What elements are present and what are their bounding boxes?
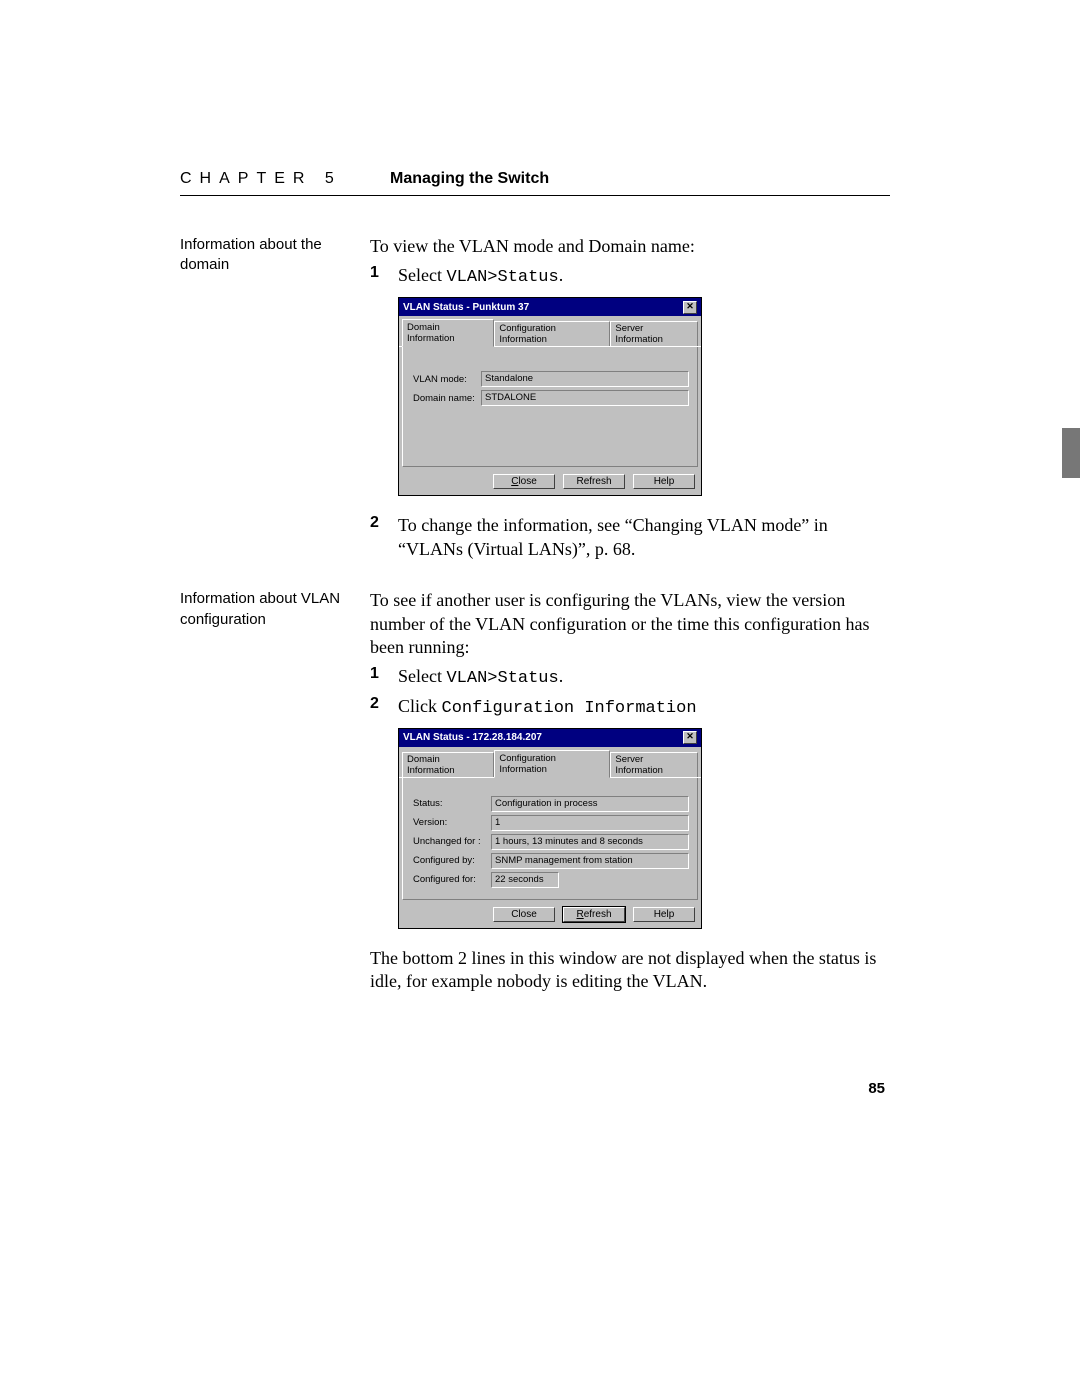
- page-number: 85: [868, 1080, 885, 1097]
- help-button[interactable]: Help: [633, 474, 695, 489]
- step-text-suffix: .: [559, 666, 564, 686]
- field-value: STDALONE: [481, 390, 689, 406]
- refresh-button[interactable]: Refresh: [563, 474, 625, 489]
- close-icon[interactable]: ✕: [683, 731, 697, 744]
- header-rule: [180, 195, 890, 196]
- field-value: Configuration in process: [491, 796, 689, 812]
- refresh-button[interactable]: Refresh: [563, 907, 625, 922]
- field-label: Unchanged for :: [413, 836, 491, 847]
- step-text: Click Configuration Information: [398, 695, 885, 720]
- menu-path: VLAN>Status: [446, 268, 558, 287]
- field-value: 1: [491, 815, 689, 831]
- field-vlan-mode: VLAN mode: Standalone: [413, 371, 689, 387]
- dialog1-wrap: VLAN Status - Punktum 37 ✕ Domain Inform…: [398, 297, 885, 496]
- field-status: Status: Configuration in process: [413, 796, 689, 812]
- step-text: To change the information, see “Changing…: [398, 514, 885, 561]
- field-label: Status:: [413, 798, 491, 809]
- step-2-2: 2 Click Configuration Information: [370, 695, 885, 720]
- close-button[interactable]: Close: [493, 474, 555, 489]
- chapter-label: CHAPTER 5: [180, 170, 342, 188]
- body-col-1: To view the VLAN mode and Domain name: 1…: [370, 235, 885, 565]
- step-text-prefix: Select: [398, 666, 446, 686]
- page: CHAPTER 5 Managing the Switch Informatio…: [0, 0, 1080, 1397]
- content-area: Information about the domain To view the…: [180, 235, 885, 999]
- step-number: 2: [370, 514, 398, 561]
- intro-para-2: To see if another user is configuring th…: [370, 589, 885, 659]
- tab-server-information[interactable]: Server Information: [610, 321, 698, 346]
- btn-label-rest: efresh: [584, 909, 612, 920]
- button-row: Close Refresh Help: [399, 470, 701, 495]
- step-number: 1: [370, 665, 398, 690]
- close-button[interactable]: Close: [493, 907, 555, 922]
- step-1-1: 1 Select VLAN>Status.: [370, 264, 885, 289]
- field-value: Standalone: [481, 371, 689, 387]
- tab-configuration-information[interactable]: Configuration Information: [494, 750, 610, 778]
- tab-domain-information[interactable]: Domain Information: [402, 752, 494, 777]
- spacer: [180, 565, 885, 589]
- field-label: Configured by:: [413, 855, 491, 866]
- menu-path: VLAN>Status: [446, 669, 558, 688]
- step-text: Select VLAN>Status.: [398, 264, 885, 289]
- step-text: Select VLAN>Status.: [398, 665, 885, 690]
- btn-label-rest: lose: [518, 476, 536, 487]
- close-icon[interactable]: ✕: [683, 301, 697, 314]
- tab-row: Domain Information Configuration Informa…: [399, 316, 701, 347]
- step-text-suffix: .: [559, 265, 564, 285]
- field-label: Domain name:: [413, 393, 481, 404]
- step-number: 1: [370, 264, 398, 289]
- section-vlan-config: Information about VLAN configuration To …: [180, 589, 885, 999]
- field-value: 1 hours, 13 minutes and 8 seconds: [491, 834, 689, 850]
- field-unchanged-for: Unchanged for : 1 hours, 13 minutes and …: [413, 834, 689, 850]
- tab-name-mono: Configuration Information: [442, 699, 697, 718]
- thumb-tab: [1062, 428, 1080, 478]
- tab-server-information[interactable]: Server Information: [610, 752, 698, 777]
- vlan-status-dialog-1: VLAN Status - Punktum 37 ✕ Domain Inform…: [398, 297, 702, 496]
- titlebar: VLAN Status - Punktum 37 ✕: [399, 298, 701, 316]
- margin-note-domain: Information about the domain: [180, 235, 370, 565]
- tab-domain-information[interactable]: Domain Information: [402, 319, 494, 347]
- step-text-prefix: Click: [398, 696, 442, 716]
- section-domain-info: Information about the domain To view the…: [180, 235, 885, 565]
- dialog2-wrap: VLAN Status - 172.28.184.207 ✕ Domain In…: [398, 728, 885, 929]
- step-number: 2: [370, 695, 398, 720]
- chapter-title: Managing the Switch: [390, 170, 549, 188]
- tab-configuration-information[interactable]: Configuration Information: [494, 321, 610, 346]
- step-1-2: 2 To change the information, see “Changi…: [370, 514, 885, 561]
- field-label: Version:: [413, 817, 491, 828]
- field-configured-by: Configured by: SNMP management from stat…: [413, 853, 689, 869]
- help-button[interactable]: Help: [633, 907, 695, 922]
- vlan-status-dialog-2: VLAN Status - 172.28.184.207 ✕ Domain In…: [398, 728, 702, 929]
- field-value: SNMP management from station 172.28.171.…: [491, 853, 689, 869]
- button-row: Close Refresh Help: [399, 903, 701, 928]
- field-version: Version: 1: [413, 815, 689, 831]
- margin-note-vlan-config: Information about VLAN configuration: [180, 589, 370, 999]
- step-text-prefix: Select: [398, 265, 446, 285]
- tab-row: Domain Information Configuration Informa…: [399, 747, 701, 778]
- field-configured-for: Configured for: 22 seconds: [413, 872, 689, 888]
- field-value: 22 seconds: [491, 872, 559, 888]
- step-2-1: 1 Select VLAN>Status.: [370, 665, 885, 690]
- body-col-2: To see if another user is configuring th…: [370, 589, 885, 999]
- field-label: Configured for:: [413, 874, 491, 885]
- titlebar: VLAN Status - 172.28.184.207 ✕: [399, 729, 701, 747]
- dialog-title: VLAN Status - Punktum 37: [403, 302, 529, 313]
- dialog-title: VLAN Status - 172.28.184.207: [403, 732, 542, 743]
- field-label: VLAN mode:: [413, 374, 481, 385]
- tab-panel: VLAN mode: Standalone Domain name: STDAL…: [402, 347, 698, 467]
- field-domain-name: Domain name: STDALONE: [413, 390, 689, 406]
- intro-para-1: To view the VLAN mode and Domain name:: [370, 235, 885, 258]
- trailing-para: The bottom 2 lines in this window are no…: [370, 947, 885, 994]
- tab-panel: Status: Configuration in process Version…: [402, 778, 698, 900]
